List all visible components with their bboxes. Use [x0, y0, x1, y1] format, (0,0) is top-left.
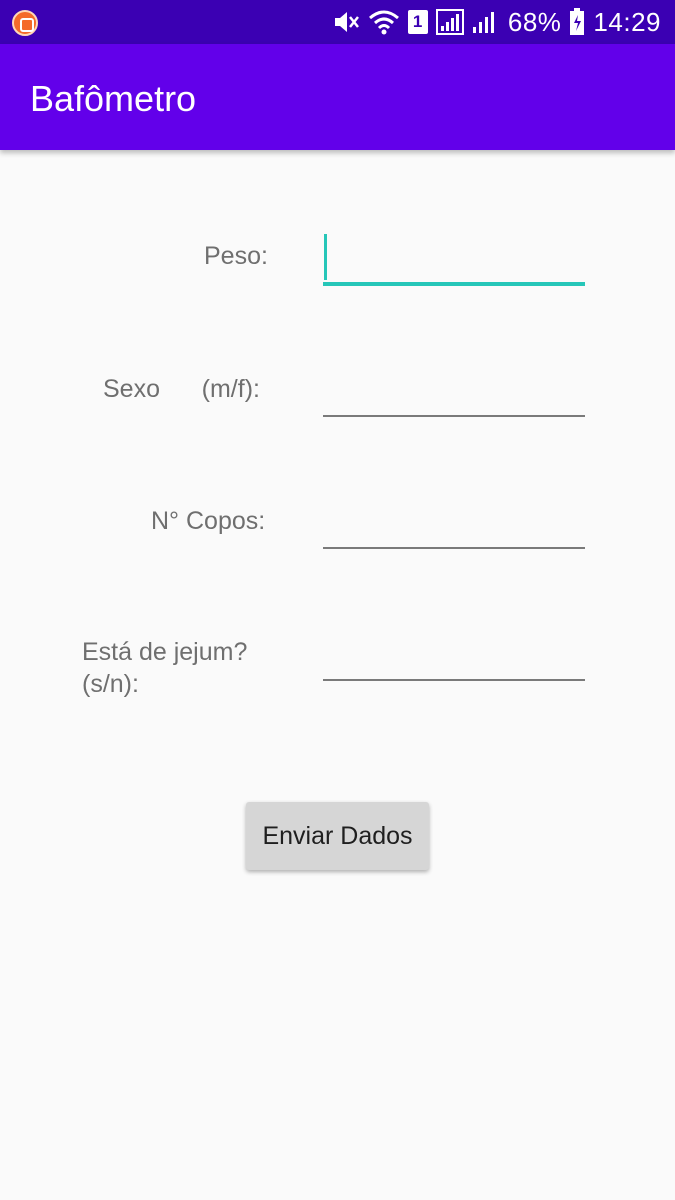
- sexo-label: Sexo (m/f):: [103, 375, 260, 403]
- copos-input[interactable]: [323, 495, 585, 549]
- peso-label: Peso:: [204, 242, 268, 270]
- app-bar: Bafômetro: [0, 44, 675, 150]
- mute-icon: [332, 9, 360, 35]
- jejum-input[interactable]: [323, 627, 585, 681]
- send-data-button[interactable]: Enviar Dados: [246, 802, 429, 870]
- app-title: Bafômetro: [30, 78, 197, 119]
- sim-icon: 1: [407, 10, 428, 34]
- status-bar: 1 68% 14:29: [0, 0, 675, 44]
- sexo-input[interactable]: [323, 363, 585, 417]
- battery-icon: [569, 8, 585, 36]
- app-notification-icon: [12, 10, 38, 36]
- text-cursor: [324, 234, 327, 280]
- jejum-label-line2: (s/n):: [82, 670, 139, 698]
- battery-percent: 68%: [507, 6, 562, 37]
- signal-2-icon: [472, 9, 500, 35]
- jejum-label-line1: Está de jejum?: [82, 638, 248, 666]
- status-icons: 1 68% 14:29: [332, 0, 661, 44]
- wifi-icon: [368, 9, 400, 35]
- jejum-label: Está de jejum? (s/n):: [82, 636, 247, 700]
- copos-label: N° Copos:: [151, 507, 266, 535]
- signal-icon: [435, 9, 464, 35]
- peso-input[interactable]: [323, 232, 585, 286]
- clock: 14:29: [593, 6, 661, 37]
